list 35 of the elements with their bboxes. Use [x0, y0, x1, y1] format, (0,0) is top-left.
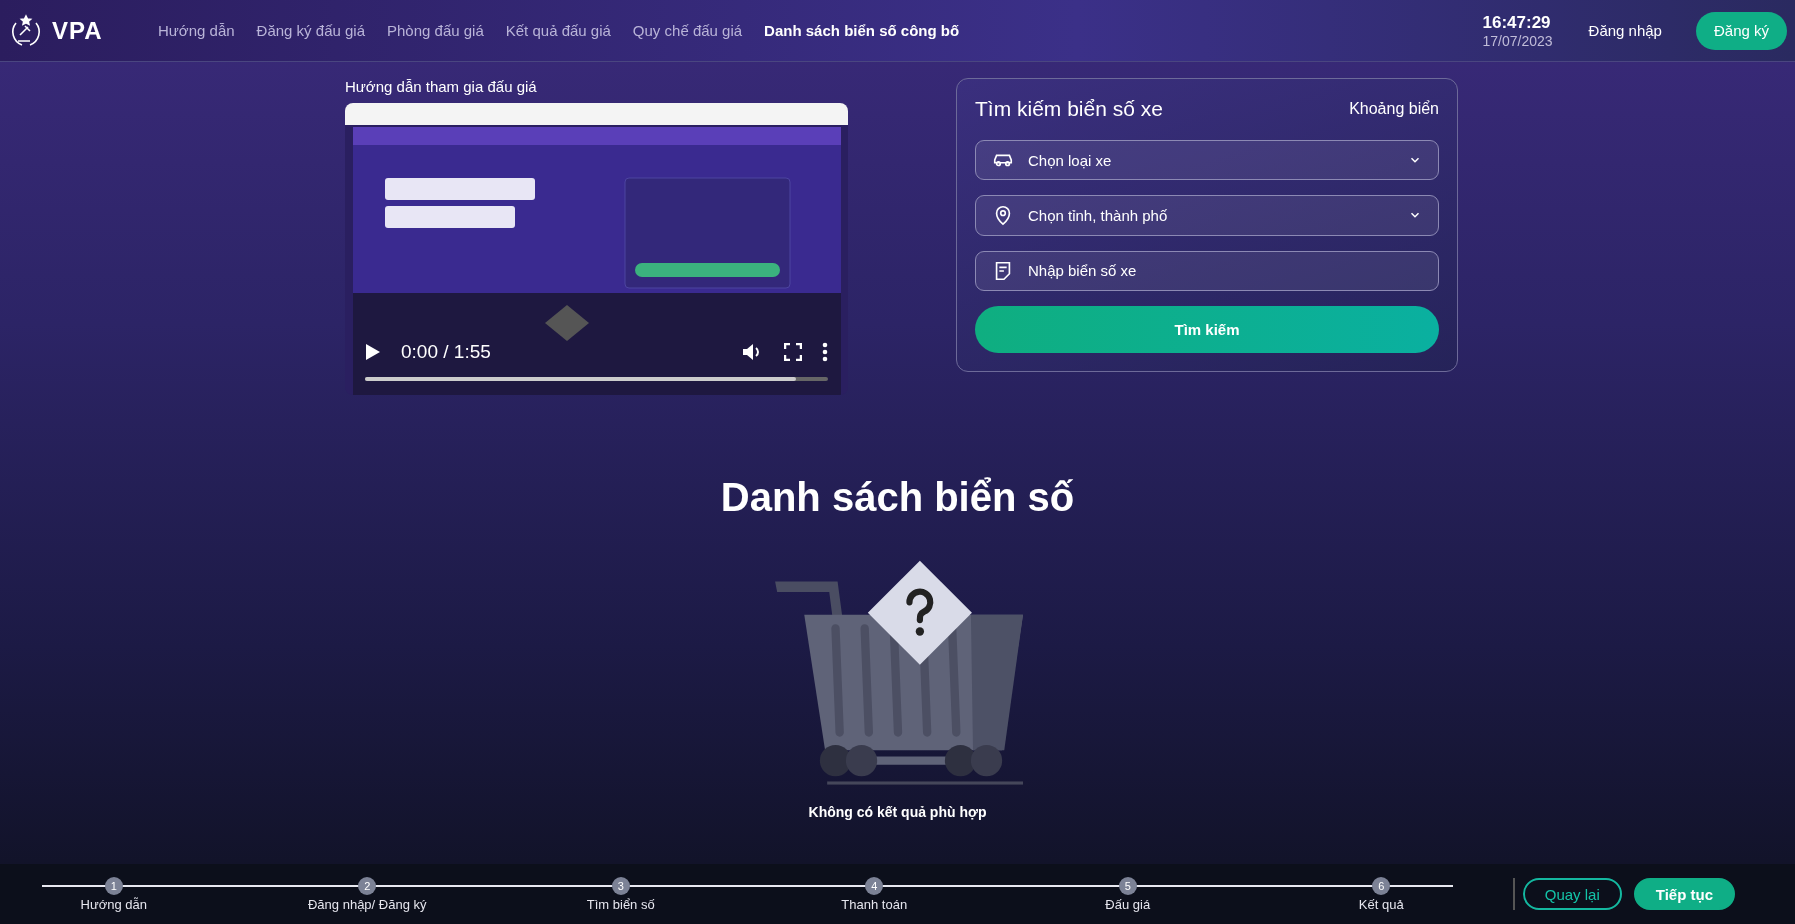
- step-label: Đăng nhập/ Đăng ký: [308, 896, 427, 912]
- step-label: Thanh toán: [841, 896, 908, 912]
- step-number: 3: [611, 876, 630, 895]
- login-link[interactable]: Đăng nhập: [1588, 22, 1662, 39]
- more-options-icon[interactable]: [822, 342, 828, 362]
- empty-message: Không có kết quả phù hợp: [808, 804, 987, 820]
- step-number: 6: [1372, 876, 1391, 895]
- nav-link[interactable]: Đăng ký đấu giá: [256, 22, 365, 39]
- select-field[interactable]: Chọn tỉnh, thành phố: [975, 195, 1439, 236]
- nav-link[interactable]: Hướng dẫn: [158, 22, 235, 39]
- back-button[interactable]: Quay lại: [1522, 878, 1622, 910]
- input-field[interactable]: Nhập biển số xe: [975, 250, 1439, 291]
- fullscreen-icon[interactable]: [784, 343, 802, 361]
- clock-time: 16:47:29: [1482, 12, 1552, 33]
- play-icon[interactable]: [365, 343, 381, 361]
- video-time: 0:00 / 1:55: [401, 341, 492, 363]
- nav-link[interactable]: Phòng đấu giá: [387, 22, 484, 39]
- clock-date: 17/07/2023: [1482, 32, 1553, 49]
- step-number: 2: [358, 876, 377, 895]
- nav-link[interactable]: Danh sách biển số công bố: [764, 22, 960, 39]
- logo-text: VPA: [52, 16, 103, 45]
- select-field[interactable]: Chọn loại xe: [975, 140, 1439, 181]
- search-title: Tìm kiếm biển số xe: [975, 97, 1163, 121]
- results-title: Danh sách biển số: [720, 475, 1075, 520]
- video-title: Hướng dẫn tham gia đấu giá: [345, 78, 538, 95]
- step-label: Kết quả: [1358, 896, 1404, 912]
- range-link[interactable]: Khoảng biển: [1349, 100, 1439, 118]
- nav-link[interactable]: Kết quả đấu giá: [505, 22, 611, 39]
- nav-link[interactable]: Quy chế đấu giá: [632, 22, 743, 39]
- step-label: Hướng dẫn: [80, 896, 147, 912]
- step-number: 4: [865, 876, 884, 895]
- step-number: 1: [104, 876, 123, 895]
- step-number: 5: [1118, 876, 1137, 895]
- step-label: Đấu giá: [1105, 896, 1151, 912]
- step-label: Tìm biển số: [586, 896, 655, 912]
